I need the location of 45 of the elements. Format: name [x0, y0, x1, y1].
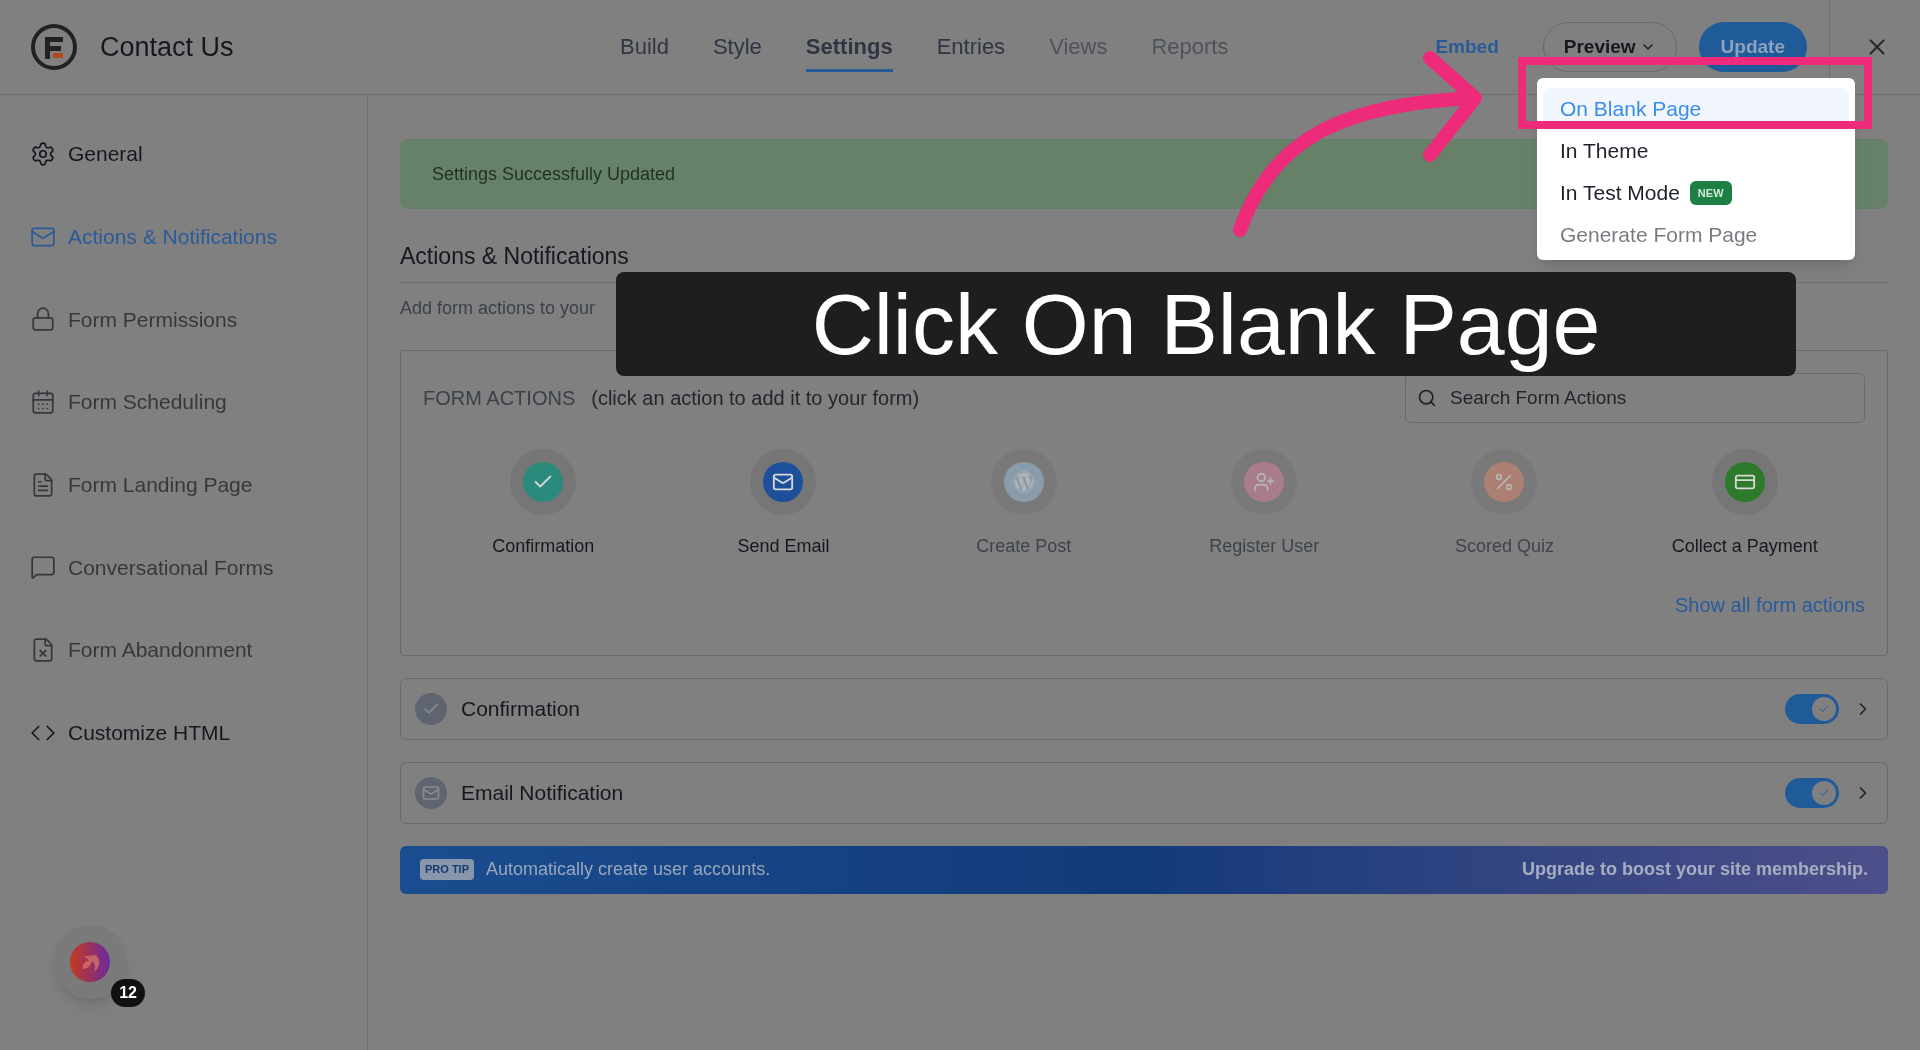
speech-bubble-icon: [30, 554, 56, 581]
search-field[interactable]: Search Form Actions: [1405, 372, 1865, 423]
new-badge: NEW: [1689, 180, 1732, 206]
user-plus-icon: [1244, 461, 1285, 502]
form-action-tile[interactable]: Collect a Payment: [1624, 448, 1865, 560]
panel-heading: FORM ACTIONS: [423, 385, 576, 411]
form-title: Contact Us: [100, 30, 235, 64]
nav-tab[interactable]: Style: [712, 22, 762, 72]
notification-count: 12: [111, 979, 145, 1007]
search-icon: [1417, 387, 1437, 408]
form-action-tile[interactable]: Send Email: [663, 448, 904, 560]
nav-tab[interactable]: Settings: [805, 22, 893, 72]
bird-logo-icon: [69, 941, 111, 983]
credit-card-icon: [1724, 461, 1765, 502]
form-action-tile[interactable]: Confirmation: [423, 448, 664, 560]
pro-tip-text: Automatically create user accounts.: [486, 858, 771, 881]
checkmark-icon: [523, 461, 564, 502]
logo-icon: [30, 23, 78, 71]
upgrade-link[interactable]: Upgrade to boost your site membership.: [1521, 856, 1868, 883]
panel-hint: (click an action to add it to your form): [591, 385, 920, 411]
section-heading: Actions & Notifications: [400, 243, 629, 269]
checkmark-icon: [415, 692, 447, 725]
embed-link[interactable]: Embed: [1435, 32, 1499, 62]
lock-icon: [30, 306, 56, 333]
sidebar-item[interactable]: Customize HTML: [30, 707, 350, 758]
document-x-icon: [30, 637, 56, 664]
document-icon: [30, 471, 56, 498]
gear-icon: [30, 141, 56, 167]
show-all-link[interactable]: Show all form actions: [1674, 589, 1865, 620]
percent-icon: [1484, 461, 1525, 502]
sidebar-item[interactable]: General: [30, 129, 350, 179]
action-row[interactable]: Confirmation: [400, 677, 1888, 740]
nav-tab[interactable]: Build: [620, 22, 669, 72]
action-row[interactable]: Email Notification: [400, 761, 1888, 824]
pro-tip-badge: PRO TIP: [420, 859, 474, 880]
caption-text: Click On Blank Page: [811, 274, 1601, 374]
toggle-switch[interactable]: [1785, 693, 1839, 724]
envelope-icon: [763, 461, 804, 502]
nav-tab[interactable]: Entries: [936, 22, 1006, 72]
sidebar-item[interactable]: Actions & Notifications: [30, 211, 350, 262]
toggle-switch[interactable]: [1785, 777, 1839, 808]
wordpress-icon: [1003, 461, 1044, 502]
section-description: Add form actions to your: [400, 296, 597, 320]
envelope-icon: [415, 776, 447, 809]
calendar-icon: [30, 389, 56, 416]
